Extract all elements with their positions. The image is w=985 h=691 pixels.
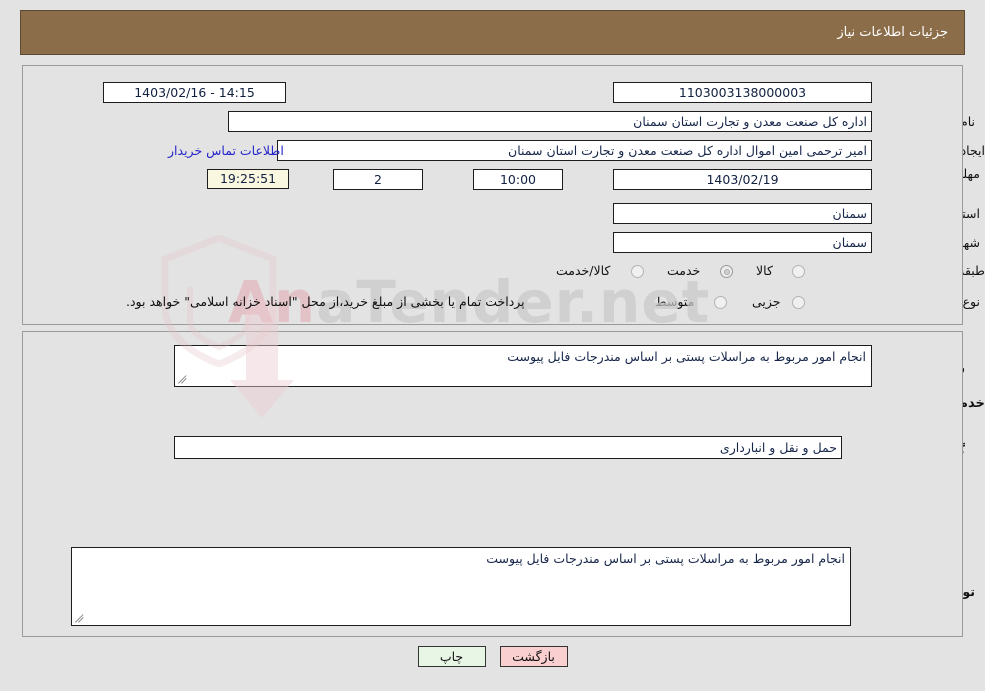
back-button[interactable]: بازگشت xyxy=(499,646,568,667)
buyer-notes-value: انجام امور مربوط به مراسلات پستی بر اساس… xyxy=(486,551,845,566)
deadline-date-value[interactable]: 1403/02/19 xyxy=(613,169,872,190)
need-number-value[interactable]: 1103003138000003 xyxy=(613,82,872,103)
resize-grip-icon[interactable] xyxy=(178,374,188,384)
radio-process-motavasset[interactable] xyxy=(714,296,727,309)
general-desc-value: انجام امور مربوط به مراسلات پستی بر اساس… xyxy=(507,349,866,364)
requester-value[interactable]: امیر ترحمی امین اموال اداره کل صنعت معدن… xyxy=(277,140,872,161)
deadline-time-value[interactable]: 10:00 xyxy=(473,169,563,190)
page-root: AnaTender.net جزئیات اطلاعات نیاز شماره … xyxy=(0,0,985,691)
label-process-jozi: جزیی xyxy=(752,294,781,309)
province-value[interactable]: سمنان xyxy=(613,203,872,224)
deadline-days-value[interactable]: 2 xyxy=(333,169,423,190)
buyer-notes-textarea[interactable]: انجام امور مربوط به مراسلات پستی بر اساس… xyxy=(71,547,851,626)
deadline-countdown-value: 19:25:51 xyxy=(207,169,289,189)
buyer-contact-link[interactable]: اطلاعات تماس خریدار xyxy=(168,143,284,158)
city-value[interactable]: سمنان xyxy=(613,232,872,253)
radio-category-kala[interactable] xyxy=(792,265,805,278)
label-category-kala-khadamat: کالا/خدمت xyxy=(556,263,611,278)
radio-category-kala-khadamat[interactable] xyxy=(631,265,644,278)
resize-grip-icon-2[interactable] xyxy=(75,613,85,623)
print-button[interactable]: چاپ xyxy=(417,646,486,667)
general-desc-textarea[interactable]: انجام امور مربوط به مراسلات پستی بر اساس… xyxy=(174,345,872,387)
page-title-text: جزئیات اطلاعات نیاز xyxy=(837,25,948,40)
label-process-motavasset: متوسط xyxy=(655,294,695,309)
page-title: جزئیات اطلاعات نیاز xyxy=(20,10,965,55)
label-category-khadamat: خدمت xyxy=(667,263,701,278)
footer-button-row: بازگشت چاپ xyxy=(0,646,985,667)
service-group-value[interactable]: حمل و نقل و انبارداری xyxy=(174,436,842,459)
need-summary-panel xyxy=(22,65,963,325)
label-category-kala: کالا xyxy=(756,263,773,278)
radio-category-khadamat[interactable] xyxy=(720,265,733,278)
buyer-org-value[interactable]: اداره کل صنعت معدن و تجارت استان سمنان xyxy=(228,111,872,132)
process-type-note: پرداخت تمام یا بخشی از مبلغ خرید،از محل … xyxy=(126,294,525,309)
radio-process-jozi[interactable] xyxy=(792,296,805,309)
public-announce-value[interactable]: 14:15 - 1403/02/16 xyxy=(103,82,286,103)
